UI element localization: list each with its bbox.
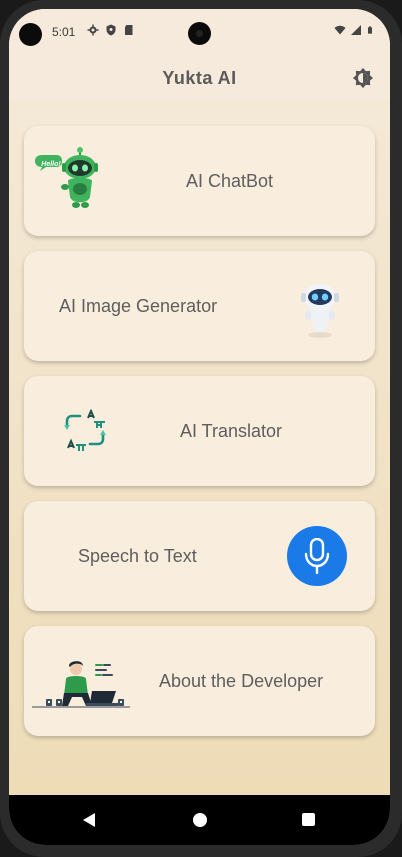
card-speech-to-text[interactable]: Speech to Text [24, 501, 375, 611]
signal-icon [351, 25, 361, 35]
screen: 5:01 Yukta AI Hello! AI ChatBot AI Image… [9, 9, 390, 845]
card-label-ai-translator: AI Translator [180, 421, 283, 441]
back-icon[interactable] [82, 812, 96, 828]
brightness-icon[interactable] [352, 67, 374, 89]
chatbot-hello-badge: Hello! [41, 161, 61, 168]
microphone-icon [304, 538, 330, 574]
microphone-button[interactable] [287, 526, 347, 586]
recents-icon[interactable] [302, 813, 315, 826]
card-label-speech-to-text: Speech to Text [78, 546, 197, 566]
status-bar: 5:01 [9, 9, 390, 55]
card-ai-image-generator[interactable]: AI Image Generator [24, 251, 375, 361]
shield-icon [106, 24, 116, 36]
wifi-icon [334, 25, 346, 35]
settings-icon [87, 24, 99, 36]
robot-icon [301, 284, 339, 338]
sd-card-icon [125, 25, 133, 35]
app-title: Yukta AI [162, 68, 237, 88]
card-ai-chatbot[interactable]: Hello! AI ChatBot [24, 126, 375, 236]
app-bar: Yukta AI [9, 55, 390, 101]
front-camera-left [19, 23, 42, 46]
translate-icon [64, 409, 106, 451]
status-icons-left [87, 24, 135, 36]
status-icons-right [334, 24, 374, 36]
home-icon[interactable] [193, 813, 207, 827]
front-camera-center [188, 22, 211, 45]
developer-illustration-icon [32, 661, 130, 708]
chatbot-robot-icon [35, 147, 98, 208]
battery-icon [368, 26, 372, 34]
device-frame: 5:01 Yukta AI Hello! AI ChatBot AI Image… [0, 0, 402, 857]
card-ai-translator[interactable]: AI Translator [24, 376, 375, 486]
card-about-the-developer[interactable]: About the Developer [24, 626, 375, 736]
card-label-about-the-developer: About the Developer [159, 671, 324, 691]
status-time: 5:01 [52, 25, 76, 39]
system-nav-bar [9, 795, 390, 845]
card-label-ai-chatbot: AI ChatBot [186, 171, 274, 191]
card-label-ai-image-generator: AI Image Generator [59, 296, 218, 316]
feature-list: Hello! AI ChatBot AI Image Generator AI … [9, 101, 390, 795]
